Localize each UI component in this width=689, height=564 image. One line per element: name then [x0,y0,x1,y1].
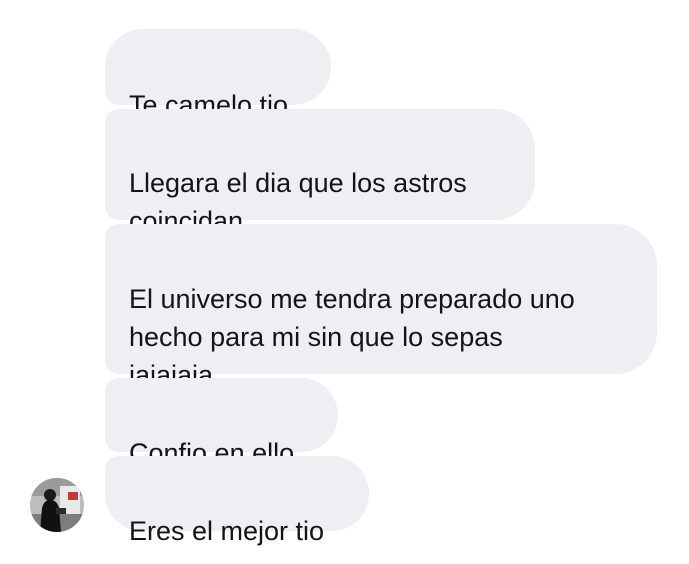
avatar-photo-icon [30,478,84,532]
message-bubble[interactable]: El universo me tendra preparado uno hech… [105,224,657,390]
message-bubble[interactable]: Llegara el dia que los astros coincidan [105,109,535,236]
message-bubble[interactable]: Confio en ello [105,378,338,468]
message-text: El universo me tendra preparado uno hech… [129,284,575,390]
contact-avatar-icon[interactable] [30,478,84,532]
message-bubble[interactable]: Eres el mejor tio [105,456,369,546]
message-bubble[interactable]: Te camelo tio [105,29,331,120]
message-text: Eres el mejor tio [129,516,325,546]
chat-thread: Te camelo tio Llegara el dia que los ast… [0,0,689,564]
